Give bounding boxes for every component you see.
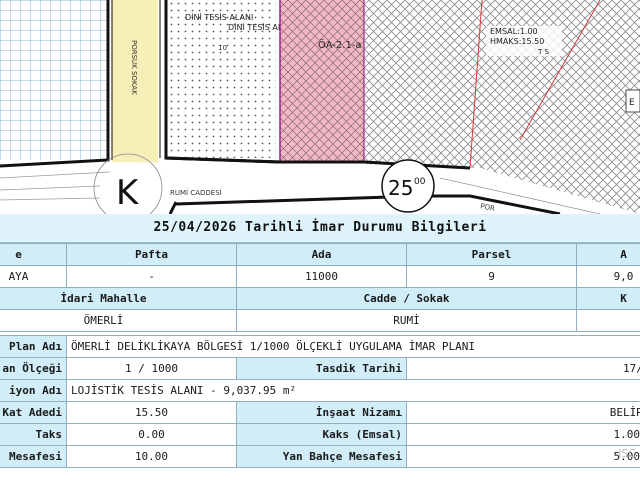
label-plan-adi: Plan Adı (0, 335, 67, 358)
label-yan: Yan Bahçe Mesafesi (236, 445, 407, 468)
value-mahalle: ÖMERLİ (0, 309, 237, 332)
value-nizam: BELİRTİLME (405, 401, 640, 424)
left-grid-block (0, 0, 108, 160)
value-alan: 9,0 (576, 265, 640, 288)
value-pafta: - (66, 265, 237, 288)
zone-label: ÖA-2.1-a (318, 38, 362, 51)
value-kaks: 1.00 (405, 423, 640, 446)
value-parsel: 9 (406, 265, 577, 288)
value-tasdik: 17/02/20 (405, 357, 640, 380)
header-k: K (576, 287, 640, 310)
street-label-porsuk: PORSUK SOKAK (130, 40, 138, 95)
header-mahalle: İdari Mahalle (0, 287, 237, 310)
value-mesafe: 10.00 (66, 445, 237, 468)
header-alan: A (576, 243, 640, 266)
label-kaks: Kaks (Emsal) (236, 423, 407, 446)
label-olcek: an Ölçeği (0, 357, 67, 380)
parcel-table: e Pafta Ada Parsel A AYA - 11000 9 9,0 (0, 243, 640, 288)
function-row: iyon Adı LOJİSTİK TESİS ALANI - 9,037.95… (0, 379, 640, 402)
value-cadde: RUMİ (236, 309, 577, 332)
emsal-label: EMSAL:1.00 (490, 27, 538, 36)
label-taks: Taks (0, 423, 67, 446)
address-header-row: İdari Mahalle Cadde / Sokak K (0, 287, 640, 310)
address-table: İdari Mahalle Cadde / Sokak K ÖMERLİ RUM… (0, 287, 640, 332)
plan-name-row: Plan Adı ÖMERLİ DELİKLİKAYA BÖLGESİ 1/10… (0, 335, 640, 358)
street-label-rumi: RUMİ CADDESİ (170, 188, 222, 197)
value-kat: 15.50 (66, 401, 237, 424)
zoning-info-panel: 25/04/2026 Tarihli İmar Durumu Bilgileri… (0, 214, 640, 480)
value-taks: 0.00 (66, 423, 237, 446)
block-letter: K (116, 173, 140, 213)
ts-label: T S (537, 48, 550, 56)
label-fonksiyon: iyon Adı (0, 379, 67, 402)
panel-title: 25/04/2026 Tarihli İmar Durumu Bilgileri (0, 214, 640, 243)
label-mesafe: Mesafesi (0, 445, 67, 468)
taks-row: Taks 0.00 Kaks (Emsal) 1.00 (0, 423, 640, 446)
setback-row: Mesafesi 10.00 Yan Bahçe Mesafesi 5.00 (0, 445, 640, 468)
header-pafta: Pafta (66, 243, 237, 266)
value-yan: 5.00 (405, 445, 640, 468)
width-label: 25 (388, 176, 413, 200)
watermark: ISC (618, 447, 636, 460)
header-ada: Ada (236, 243, 407, 266)
zoning-map[interactable]: PORSUK SOKAK DİNİ TESİS ALANI DİNİ TESİS… (0, 0, 640, 214)
parcel-number: 10 (218, 44, 227, 52)
width-sup: 00 (414, 177, 426, 187)
pink-zone (280, 0, 364, 162)
label-nizam: İnşaat Nizamı (236, 401, 407, 424)
value-plan-adi: ÖMERLİ DELİKLİKAYA BÖLGESİ 1/1000 ÖLÇEKL… (65, 335, 640, 358)
edge-letter: E (629, 98, 635, 108)
value-il: AYA (0, 265, 67, 288)
hmaks-label: HMAKS:15.50 (490, 37, 544, 46)
plan-scale-row: an Ölçeği 1 / 1000 Tasdik Tarihi 17/02/2… (0, 357, 640, 380)
floor-count-row: Kat Adedi 15.50 İnşaat Nizamı BELİRTİLME (0, 401, 640, 424)
value-ada: 11000 (236, 265, 407, 288)
value-olcek: 1 / 1000 (66, 357, 237, 380)
header-cadde: Cadde / Sokak (236, 287, 577, 310)
value-k (576, 309, 640, 332)
header-il: e (0, 243, 67, 266)
value-fonksiyon: LOJİSTİK TESİS ALANI - 9,037.95 m² (65, 379, 640, 402)
religious-label-1: DİNİ TESİS ALANI (185, 12, 253, 22)
plan-table: Plan Adı ÖMERLİ DELİKLİKAYA BÖLGESİ 1/10… (0, 335, 640, 468)
address-value-row: ÖMERLİ RUMİ (0, 309, 640, 332)
parcel-header-row: e Pafta Ada Parsel A (0, 243, 640, 266)
label-kat: Kat Adedi (0, 401, 67, 424)
label-tasdik: Tasdik Tarihi (236, 357, 407, 380)
parcel-value-row: AYA - 11000 9 9,0 (0, 265, 640, 288)
header-parsel: Parsel (406, 243, 577, 266)
